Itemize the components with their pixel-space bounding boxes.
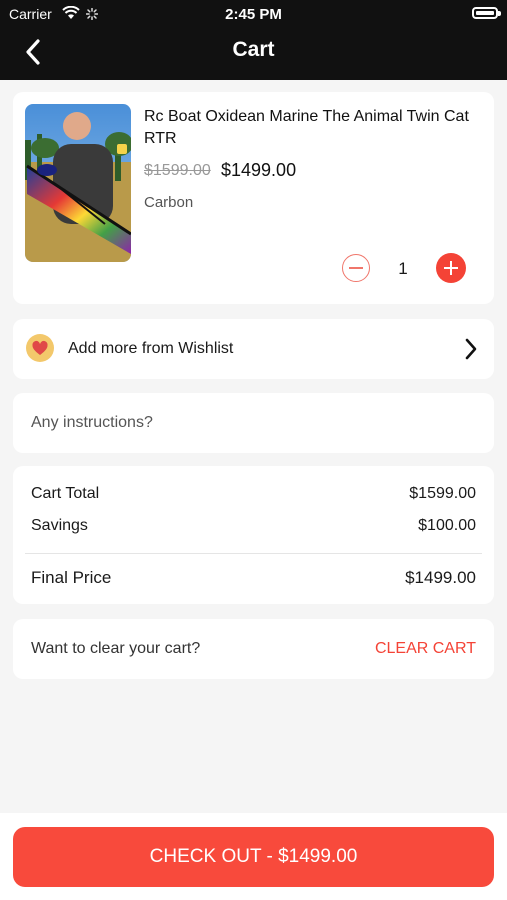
savings-label: Savings — [31, 517, 88, 534]
product-image[interactable] — [25, 104, 131, 262]
product-variant: Carbon — [144, 194, 194, 211]
original-price: $1599.00 — [144, 162, 211, 179]
clear-cart-prompt: Want to clear your cart? — [31, 640, 201, 657]
final-price-value: $1499.00 — [405, 568, 476, 587]
product-name[interactable]: Rc Boat Oxidean Marine The Animal Twin C… — [144, 106, 474, 150]
header-bar: Carrier 2:45 PM Cart — [0, 0, 507, 80]
increase-quantity-button[interactable] — [436, 253, 466, 283]
price-summary: Cart Total $1599.00 Savings $100.00 Fina… — [13, 466, 494, 604]
cart-item-card: Rc Boat Oxidean Marine The Animal Twin C… — [13, 92, 494, 304]
final-price-row: Final Price $1499.00 — [31, 568, 476, 588]
clear-cart-card: Want to clear your cart? CLEAR CART — [13, 619, 494, 679]
wishlist-label: Add more from Wishlist — [68, 340, 234, 357]
savings-row: Savings $100.00 — [31, 517, 476, 535]
quantity-value: 1 — [398, 259, 408, 278]
cart-total-value: $1599.00 — [409, 485, 476, 502]
add-from-wishlist-row[interactable]: Add more from Wishlist — [13, 319, 494, 379]
decrease-quantity-button[interactable] — [342, 254, 370, 282]
checkout-bar: CHECK OUT - $1499.00 — [0, 813, 507, 900]
sale-price: $1499.00 — [221, 160, 297, 180]
clock: 2:45 PM — [225, 6, 282, 23]
status-bar: Carrier 2:45 PM — [0, 0, 507, 28]
cart-total-label: Cart Total — [31, 485, 100, 502]
chevron-right-icon — [464, 337, 478, 361]
clear-cart-button[interactable]: CLEAR CART — [375, 640, 476, 658]
divider — [25, 553, 482, 554]
instructions-input[interactable] — [13, 393, 494, 453]
final-price-label: Final Price — [31, 568, 112, 587]
page-title: Cart — [232, 38, 275, 61]
heart-icon — [26, 334, 54, 362]
instructions-card — [13, 393, 494, 453]
checkout-button[interactable]: CHECK OUT - $1499.00 — [13, 827, 494, 887]
battery-icon — [472, 7, 501, 19]
cart-total-row: Cart Total $1599.00 — [31, 485, 476, 503]
savings-value: $100.00 — [418, 517, 476, 534]
